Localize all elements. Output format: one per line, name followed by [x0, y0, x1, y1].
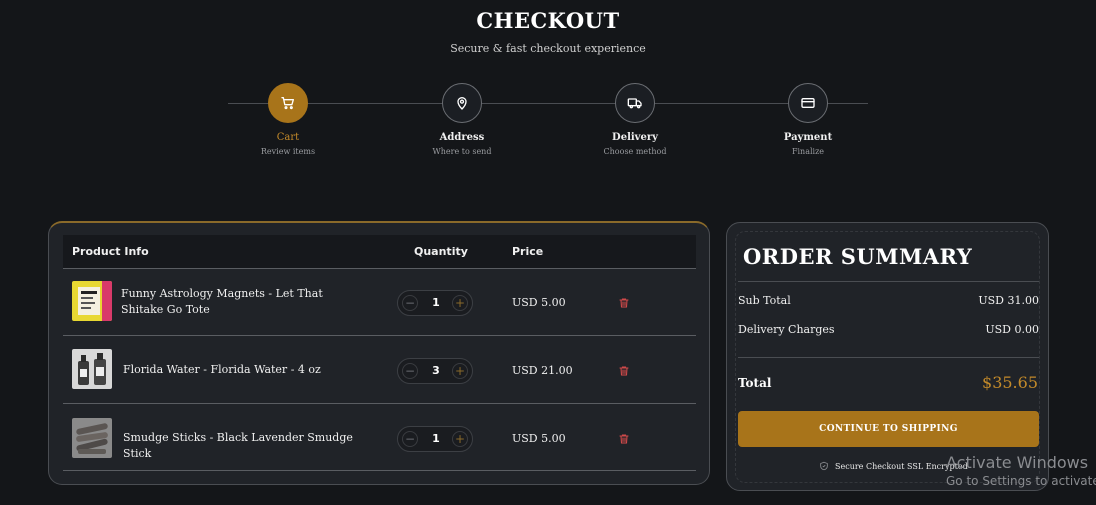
step-delivery[interactable]: Delivery Choose method — [575, 83, 695, 156]
increase-button[interactable]: + — [452, 431, 468, 447]
total-label: Total — [738, 376, 772, 390]
trash-icon[interactable] — [618, 297, 630, 309]
product-name[interactable]: Funny Astrology Magnets - Let That Shita… — [121, 286, 361, 318]
location-pin-icon — [442, 83, 482, 123]
watermark-line-1: Activate Windows — [946, 453, 1089, 472]
item-price: USD 5.00 — [512, 296, 566, 309]
cart-panel: Product Info Quantity Price Funny Astrol… — [48, 221, 710, 485]
step-cart[interactable]: Cart Review items — [228, 83, 348, 156]
product-name[interactable]: Florida Water - Florida Water - 4 oz — [123, 362, 383, 378]
continue-to-shipping-button[interactable]: CONTINUE TO SHIPPING — [738, 411, 1039, 447]
credit-card-icon — [788, 83, 828, 123]
subtotal-value: USD 31.00 — [978, 294, 1039, 307]
quantity-stepper: − 3 + — [397, 358, 473, 384]
order-summary-title: ORDER SUMMARY — [743, 244, 973, 269]
cart-row: Florida Water - Florida Water - 4 oz − 3… — [63, 337, 696, 404]
step-label: Payment — [783, 132, 833, 143]
cart-icon — [268, 83, 308, 123]
cart-row: Funny Astrology Magnets - Let That Shita… — [63, 269, 696, 336]
delivery-value: USD 0.00 — [985, 323, 1039, 336]
step-address[interactable]: Address Where to send — [402, 83, 522, 156]
page-subtitle: Secure & fast checkout experience — [450, 42, 646, 55]
item-price: USD 21.00 — [512, 364, 573, 377]
order-summary-panel: ORDER SUMMARY Sub Total USD 31.00 Delive… — [726, 222, 1049, 491]
step-label: Delivery — [612, 132, 658, 143]
item-price: USD 5.00 — [512, 432, 566, 445]
step-sub: Where to send — [432, 147, 492, 156]
cart-row: Smudge Sticks - Black Lavender Smudge St… — [63, 404, 696, 471]
quantity-stepper: − 1 + — [397, 426, 473, 452]
cart-table-header: Product Info Quantity Price — [63, 235, 696, 269]
shield-icon — [820, 461, 828, 471]
product-name[interactable]: Smudge Sticks - Black Lavender Smudge St… — [123, 430, 383, 462]
trash-icon[interactable] — [618, 365, 630, 377]
step-sub: Choose method — [603, 147, 667, 156]
divider — [738, 281, 1039, 282]
total-value: $35.65 — [982, 373, 1038, 392]
watermark-line-2: Go to Settings to activate Windows. — [946, 474, 1096, 488]
column-price: Price — [512, 245, 544, 258]
page-title: CHECKOUT — [476, 8, 620, 33]
divider — [738, 357, 1039, 358]
column-quantity: Quantity — [414, 245, 468, 258]
increase-button[interactable]: + — [452, 363, 468, 379]
truck-icon — [615, 83, 655, 123]
step-payment[interactable]: Payment Finalize — [748, 83, 868, 156]
increase-button[interactable]: + — [452, 295, 468, 311]
windows-activation-watermark: Activate Windows Go to Settings to activ… — [946, 453, 1096, 488]
product-thumbnail[interactable] — [72, 418, 112, 458]
delivery-label: Delivery Charges — [738, 323, 835, 336]
subtotal-label: Sub Total — [738, 294, 791, 307]
delivery-row: Delivery Charges USD 0.00 — [738, 323, 1039, 336]
subtotal-row: Sub Total USD 31.00 — [738, 294, 1039, 307]
product-thumbnail[interactable] — [72, 349, 112, 389]
trash-icon[interactable] — [618, 433, 630, 445]
column-product: Product Info — [72, 245, 149, 258]
step-label: Cart — [276, 132, 300, 143]
product-thumbnail[interactable] — [72, 281, 112, 321]
quantity-stepper: − 1 + — [397, 290, 473, 316]
step-label: Address — [439, 132, 485, 143]
step-sub: Finalize — [791, 147, 825, 156]
step-sub: Review items — [260, 147, 316, 156]
